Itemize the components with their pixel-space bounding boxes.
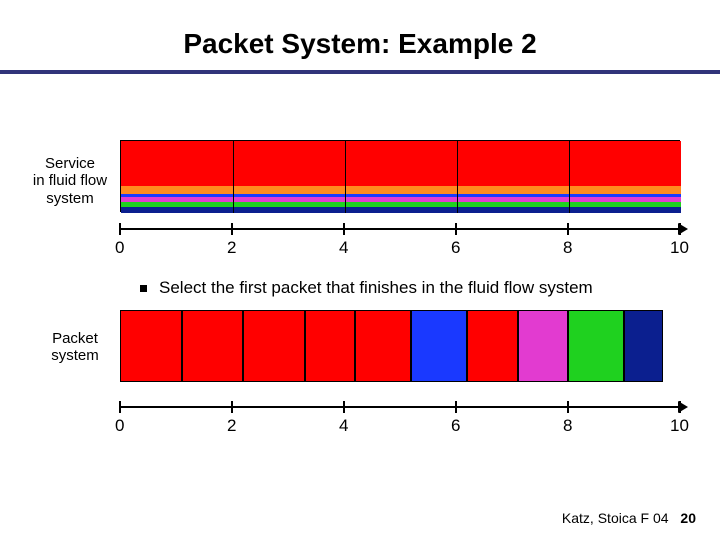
page-number: 20 xyxy=(680,510,696,526)
packet-track xyxy=(120,310,680,382)
fluid-axis: 0246810 xyxy=(120,228,680,230)
packet-timeline: 0246810 xyxy=(120,310,680,430)
tick xyxy=(455,223,457,235)
axis-tick-label: 2 xyxy=(227,238,236,258)
divider xyxy=(233,141,234,213)
footer: Katz, Stoica F 04 20 xyxy=(562,510,696,526)
tick xyxy=(231,223,233,235)
tick xyxy=(455,401,457,413)
axis-tick-label: 0 xyxy=(115,238,124,258)
tick xyxy=(119,401,121,413)
axis-tick-label: 0 xyxy=(115,416,124,436)
packet-p2 xyxy=(182,310,244,382)
axis-tick-label: 8 xyxy=(563,238,572,258)
tick xyxy=(567,223,569,235)
axis-tick-label: 10 xyxy=(670,416,689,436)
packet-p6 xyxy=(411,310,467,382)
divider xyxy=(345,141,346,213)
packet-p1 xyxy=(120,310,182,382)
tick xyxy=(343,401,345,413)
slide: Packet System: Example 2 Service in flui… xyxy=(0,0,720,540)
packet-p8 xyxy=(518,310,568,382)
axis-tick-label: 6 xyxy=(451,416,460,436)
packet-p5 xyxy=(355,310,411,382)
packet-p9 xyxy=(568,310,624,382)
tick xyxy=(567,401,569,413)
bullet-icon xyxy=(140,285,147,292)
page-title: Packet System: Example 2 xyxy=(0,0,720,60)
packet-p3 xyxy=(243,310,305,382)
divider xyxy=(569,141,570,213)
packet-p7 xyxy=(467,310,517,382)
fluid-row-label: Service in fluid flow system xyxy=(30,155,110,207)
tick xyxy=(679,223,681,235)
axis-tick-label: 4 xyxy=(339,238,348,258)
fluid-timeline: 0246810 xyxy=(120,140,680,250)
fluid-band-flow-red xyxy=(121,141,681,186)
axis-tick-label: 10 xyxy=(670,238,689,258)
fluid-band-flow-navy xyxy=(121,207,681,213)
axis-tick-label: 6 xyxy=(451,238,460,258)
axis-tick-label: 8 xyxy=(563,416,572,436)
tick xyxy=(231,401,233,413)
bullet-label: Select the first packet that finishes in… xyxy=(159,278,593,297)
tick xyxy=(343,223,345,235)
divider xyxy=(457,141,458,213)
packet-p10 xyxy=(624,310,663,382)
axis-tick-label: 4 xyxy=(339,416,348,436)
packet-axis: 0246810 xyxy=(120,406,680,408)
bullet-text: Select the first packet that finishes in… xyxy=(140,278,593,298)
tick xyxy=(679,401,681,413)
tick xyxy=(119,223,121,235)
title-rule xyxy=(0,70,720,74)
fluid-bar-stack xyxy=(120,140,680,212)
footer-text: Katz, Stoica F 04 xyxy=(562,510,669,526)
fluid-band-flow-orange xyxy=(121,186,681,194)
packet-row-label: Packet system xyxy=(40,330,110,365)
packet-p4 xyxy=(305,310,355,382)
axis-tick-label: 2 xyxy=(227,416,236,436)
